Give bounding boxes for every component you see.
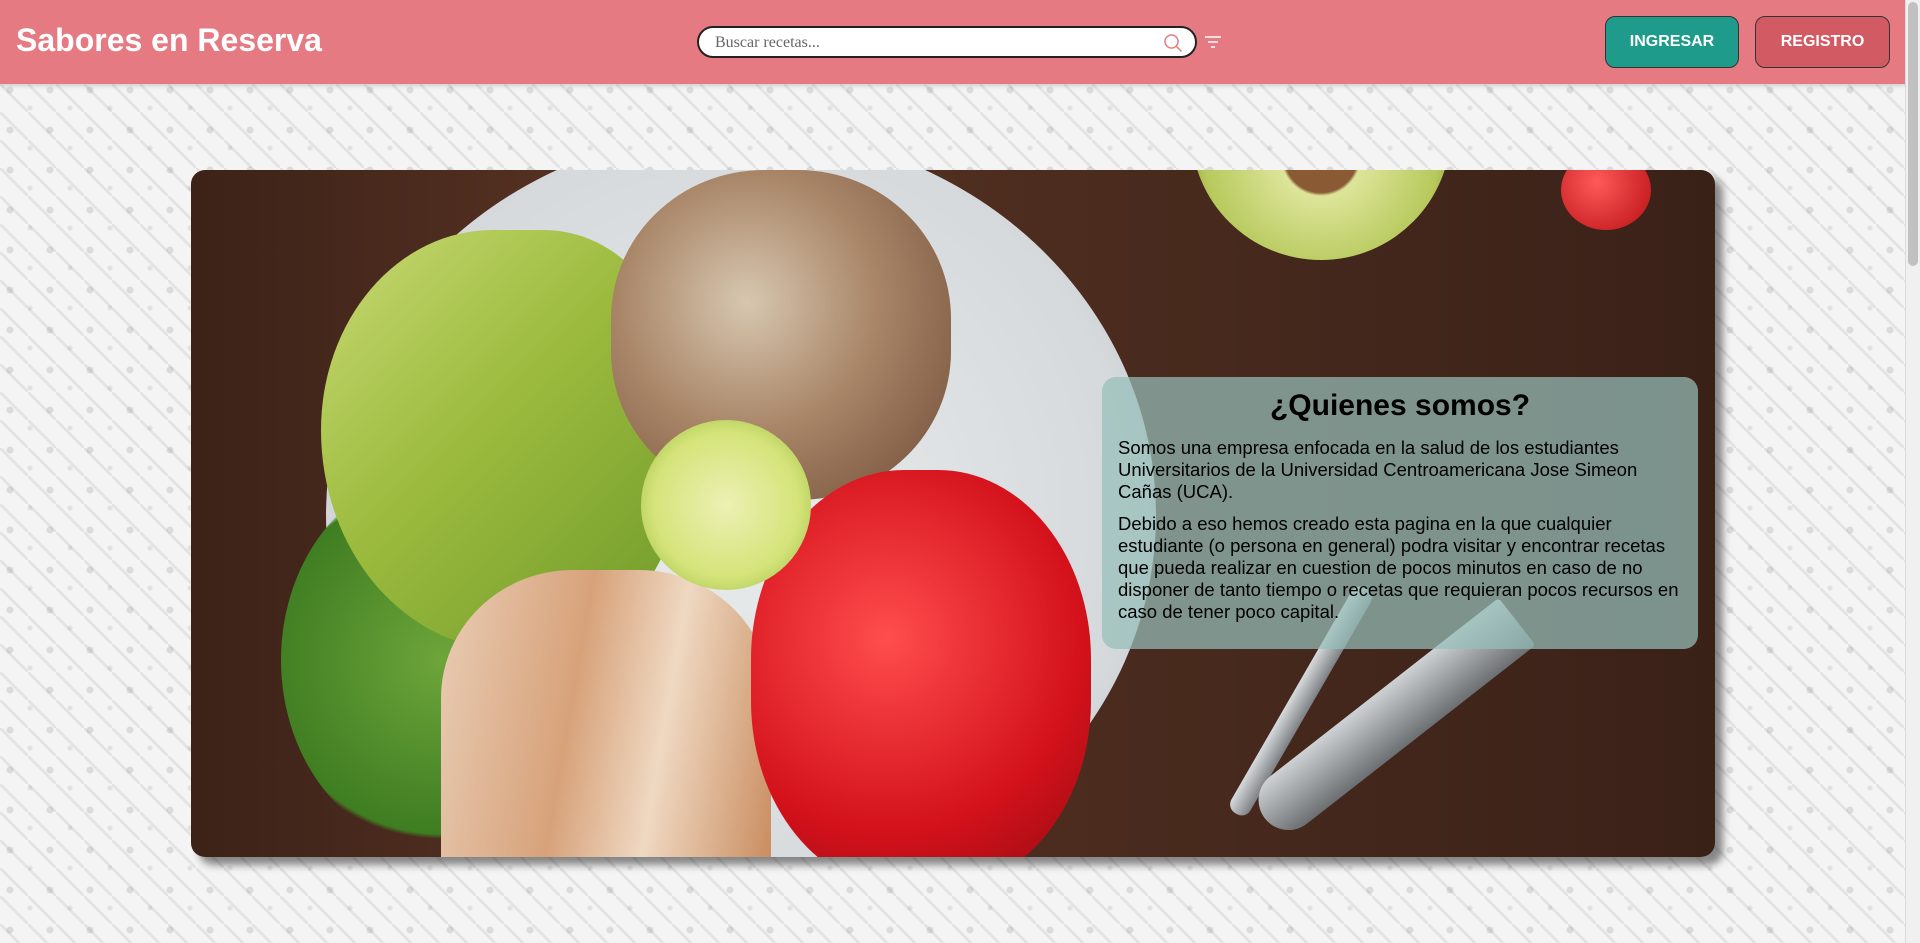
tomato-illustration xyxy=(1561,170,1651,230)
about-title: ¿Quienes somos? xyxy=(1269,389,1531,422)
search-bar xyxy=(697,26,1197,58)
lime-illustration xyxy=(641,420,811,590)
avocado-half-illustration xyxy=(1191,170,1451,260)
search-icon[interactable] xyxy=(1163,33,1183,53)
brand-title[interactable]: Sabores en Reserva xyxy=(16,22,322,59)
about-card: ¿Quienes somos? Somos una empresa enfoca… xyxy=(1102,377,1698,649)
about-paragraph-1: Somos una empresa enfocada en la salud d… xyxy=(1118,437,1638,502)
search-input[interactable] xyxy=(713,31,1147,55)
login-button[interactable]: INGRESAR xyxy=(1605,16,1739,68)
chicken-illustration xyxy=(441,570,771,857)
about-paragraph-2: Debido a eso hemos creado esta pagina en… xyxy=(1118,513,1679,622)
register-button[interactable]: REGISTRO xyxy=(1755,16,1890,68)
scrollbar-thumb[interactable] xyxy=(1908,2,1918,266)
page-scrollbar[interactable] xyxy=(1905,0,1920,943)
navbar: Sabores en Reserva INGRESAR REGISTRO xyxy=(0,0,1905,84)
filter-icon[interactable] xyxy=(1203,33,1223,51)
